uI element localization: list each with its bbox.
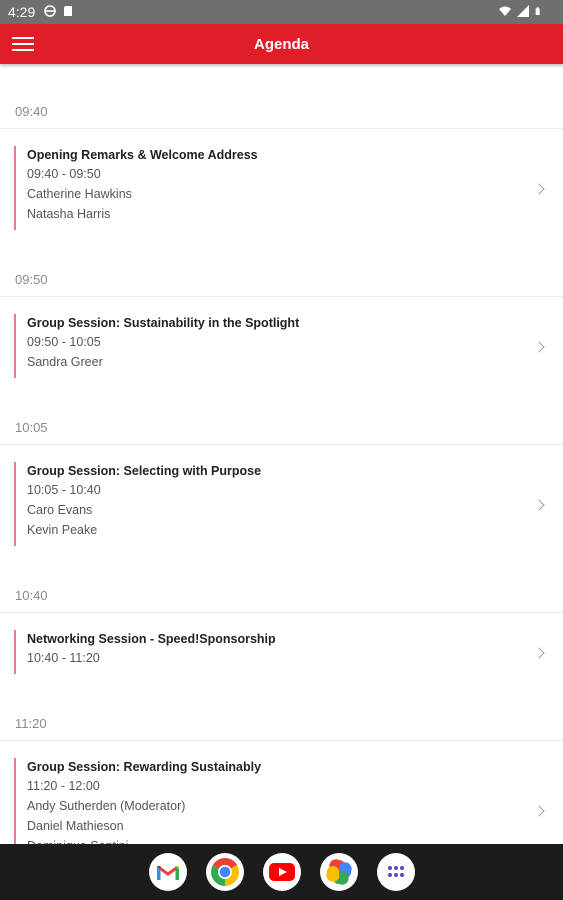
session-title: Group Session: Sustainability in the Spo… bbox=[27, 316, 300, 330]
chevron-right-icon[interactable] bbox=[533, 499, 545, 511]
section-divider bbox=[0, 740, 563, 741]
session-item[interactable]: Group Session: Rewarding Sustainably 11:2… bbox=[0, 758, 563, 844]
chevron-right-icon[interactable] bbox=[533, 183, 545, 195]
session-time-range: 10:05 - 10:40 bbox=[27, 483, 101, 497]
session-speaker: Sandra Greer bbox=[27, 355, 103, 369]
status-time: 4:29 bbox=[8, 4, 36, 20]
session-accent-bar bbox=[14, 462, 16, 546]
time-slot-header: 10:40 bbox=[15, 588, 48, 603]
session-speaker: Andy Sutherden (Moderator) bbox=[27, 799, 186, 813]
chrome-icon[interactable] bbox=[205, 853, 244, 891]
session-title: Networking Session - Speed!Sponsorship bbox=[27, 632, 276, 646]
session-item[interactable]: Opening Remarks & Welcome Address 09:40 -… bbox=[0, 146, 563, 232]
section-divider bbox=[0, 296, 563, 297]
session-speaker: Natasha Harris bbox=[27, 207, 111, 221]
session-speaker: Kevin Peake bbox=[27, 523, 98, 537]
chevron-right-icon[interactable] bbox=[533, 805, 545, 817]
gmail-icon[interactable] bbox=[148, 853, 187, 891]
section-divider bbox=[0, 444, 563, 445]
session-accent-bar bbox=[14, 146, 16, 230]
youtube-icon[interactable] bbox=[262, 853, 301, 891]
session-item[interactable]: Group Session: Selecting with Purpose 10:… bbox=[0, 462, 563, 548]
time-slot-header: 09:50 bbox=[15, 272, 48, 287]
status-bar: 4:29 bbox=[0, 0, 563, 24]
session-title: Group Session: Rewarding Sustainably bbox=[27, 760, 262, 774]
session-accent-bar bbox=[14, 314, 16, 378]
page-title: Agenda bbox=[253, 36, 309, 53]
app-bar: Agenda bbox=[0, 24, 563, 64]
session-time-range: 09:40 - 09:50 bbox=[27, 167, 101, 181]
sd-card-icon bbox=[64, 6, 72, 16]
agenda-list[interactable]: 09:40 Opening Remarks & Welcome Address 09… bbox=[0, 64, 563, 844]
session-item[interactable]: Group Session: Sustainability in the Spo… bbox=[0, 314, 563, 380]
chevron-right-icon[interactable] bbox=[533, 647, 545, 659]
session-accent-bar bbox=[14, 758, 16, 844]
session-speaker: Catherine Hawkins bbox=[27, 187, 132, 201]
session-title: Group Session: Selecting with Purpose bbox=[27, 464, 262, 478]
session-title: Opening Remarks & Welcome Address bbox=[27, 148, 258, 162]
time-slot-header: 11:20 bbox=[15, 716, 47, 731]
app-dock bbox=[0, 853, 563, 891]
session-speaker: Caro Evans bbox=[27, 503, 93, 517]
time-slot-header: 09:40 bbox=[15, 104, 48, 119]
app-drawer-icon[interactable] bbox=[376, 853, 415, 891]
navigation-bar bbox=[0, 844, 563, 900]
time-slot-header: 10:05 bbox=[15, 420, 48, 435]
photos-icon[interactable] bbox=[319, 853, 358, 891]
session-time-range: 09:50 - 10:05 bbox=[27, 335, 101, 349]
session-item[interactable]: Networking Session - Speed!Sponsorship 10… bbox=[0, 630, 563, 676]
section-divider bbox=[0, 612, 563, 613]
session-accent-bar bbox=[14, 630, 16, 674]
session-time-range: 11:20 - 12:00 bbox=[27, 779, 100, 793]
wifi-icon bbox=[499, 6, 511, 16]
signal-icon bbox=[517, 5, 529, 17]
session-speaker: Daniel Mathieson bbox=[27, 819, 124, 833]
battery-icon bbox=[535, 7, 540, 15]
section-divider bbox=[0, 128, 563, 129]
session-time-range: 10:40 - 11:20 bbox=[27, 651, 100, 665]
vpn-icon bbox=[44, 5, 56, 17]
chevron-right-icon[interactable] bbox=[533, 341, 545, 353]
